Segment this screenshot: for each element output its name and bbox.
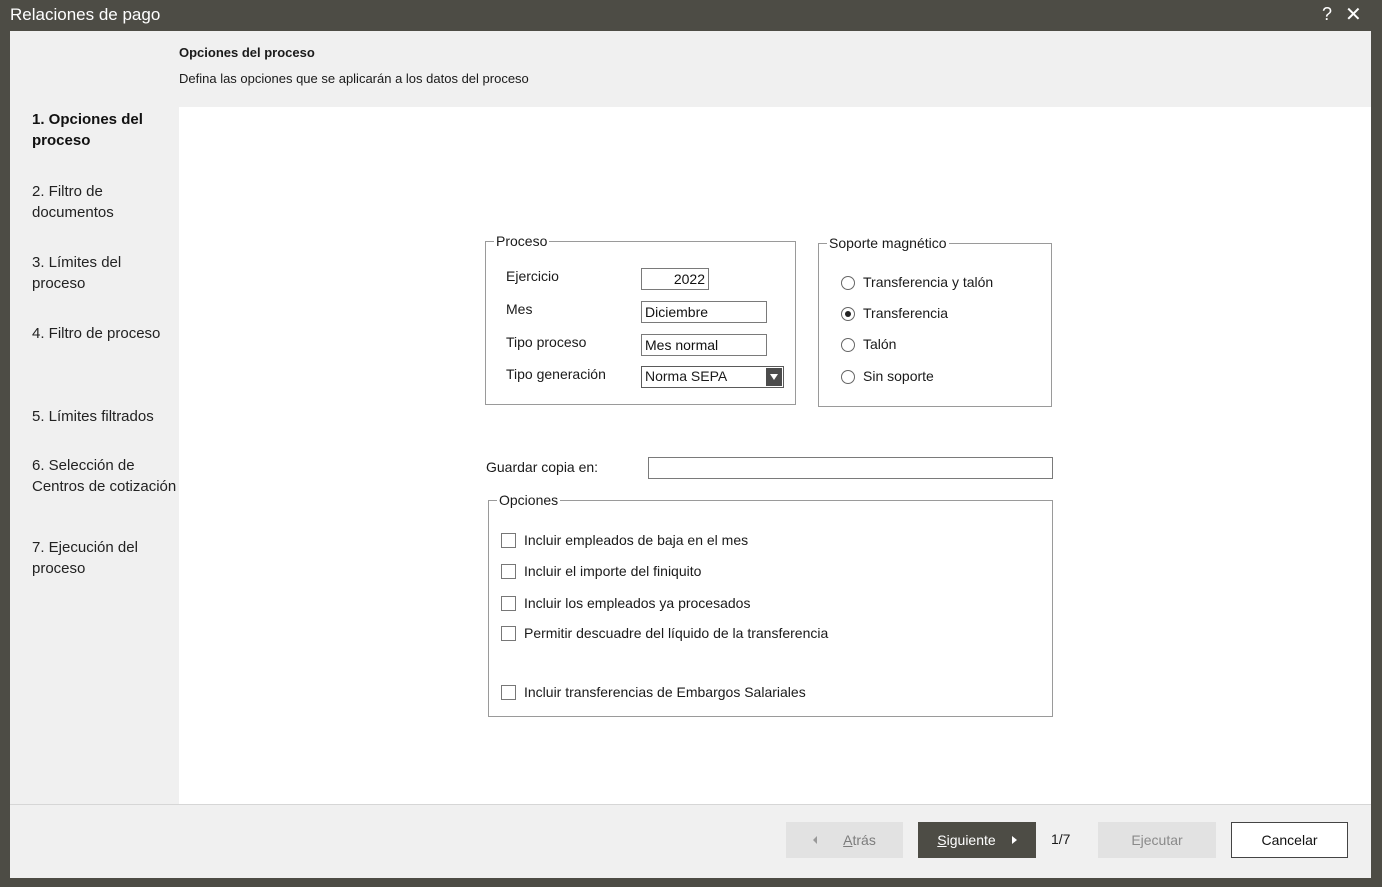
wizard-content: Proceso Ejercicio Mes Tipo proceso Tipo … [179, 107, 1371, 804]
step-ejecucion-proceso[interactable]: 7. Ejecución del proceso [32, 537, 177, 579]
proceso-group: Proceso Ejercicio Mes Tipo proceso Tipo … [485, 233, 796, 405]
radio-circle[interactable] [841, 307, 855, 321]
chevron-left-icon [813, 836, 818, 844]
tipo-generacion-value: Norma SEPA [645, 368, 728, 384]
page-indicator: 1/7 [1051, 831, 1071, 847]
soporte-group: Soporte magnético Transferencia y talón … [818, 235, 1052, 407]
next-button[interactable]: Siguiente [918, 822, 1036, 858]
radio-label: Sin soporte [863, 368, 934, 384]
radio-sin-soporte[interactable]: Sin soporte [841, 367, 1041, 387]
close-icon[interactable]: ✕ [1345, 2, 1362, 27]
step-opciones-proceso[interactable]: 1. Opciones del proceso [32, 109, 177, 151]
radio-talon[interactable]: Talón [841, 335, 1041, 355]
title-bar[interactable]: Relaciones de pago ? ✕ [0, 0, 1382, 31]
chevron-down-icon[interactable] [766, 368, 782, 386]
opciones-group: Opciones Incluir empleados de baja en el… [488, 492, 1053, 717]
guardar-input[interactable] [648, 457, 1053, 479]
step-limites-filtrados[interactable]: 5. Límites filtrados [32, 406, 177, 427]
checkbox-empleados-baja[interactable]: Incluir empleados de baja en el mes [501, 531, 1001, 551]
opciones-legend: Opciones [497, 492, 561, 508]
window-title: Relaciones de pago [10, 5, 161, 24]
checkbox-label: Incluir empleados de baja en el mes [524, 532, 749, 548]
ejercicio-label: Ejercicio [506, 268, 559, 284]
step-limites-proceso[interactable]: 3. Límites del proceso [32, 252, 177, 294]
guardar-label: Guardar copia en: [486, 459, 599, 475]
tipo-generacion-select[interactable]: Norma SEPA [641, 366, 784, 388]
checkbox-label: Incluir el importe del finiquito [524, 563, 702, 579]
tipo-proceso-input[interactable] [641, 334, 767, 356]
execute-button[interactable]: Ejecutar [1098, 822, 1216, 858]
wizard-steps: 1. Opciones del proceso 2. Filtro de doc… [10, 107, 179, 804]
checkbox-label: Permitir descuadre del líquido de la tra… [524, 625, 829, 641]
checkbox-label: Incluir transferencias de Embargos Salar… [524, 684, 806, 700]
radio-transferencia-talon[interactable]: Transferencia y talón [841, 273, 1041, 293]
wizard-footer: Atrás Siguiente 1/7 Ejecutar Cancelar [10, 804, 1371, 878]
chevron-right-icon [1011, 836, 1017, 844]
mes-label: Mes [506, 301, 533, 317]
radio-transferencia[interactable]: Transferencia [841, 304, 1041, 324]
wizard-header: Opciones del proceso Defina las opciones… [10, 31, 1371, 107]
tipo-generacion-label: Tipo generación [506, 366, 606, 382]
checkbox-embargos-salariales[interactable]: Incluir transferencias de Embargos Salar… [501, 683, 1001, 703]
proceso-legend: Proceso [494, 233, 550, 249]
soporte-legend: Soporte magnético [827, 235, 949, 251]
radio-label: Transferencia [863, 305, 949, 321]
radio-label: Transferencia y talón [863, 274, 994, 290]
checkbox-label: Incluir los empleados ya procesados [524, 595, 751, 611]
page-title: Opciones del proceso [179, 45, 315, 60]
checkbox-empleados-procesados[interactable]: Incluir los empleados ya procesados [501, 594, 1001, 614]
radio-label: Talón [863, 336, 897, 352]
dialog-window: Relaciones de pago ? ✕ Opciones del proc… [0, 0, 1382, 887]
page-subtitle: Defina las opciones que se aplicarán a l… [179, 71, 529, 86]
window-border [1371, 31, 1382, 887]
radio-circle[interactable] [841, 276, 855, 290]
back-button[interactable]: Atrás [786, 822, 903, 858]
radio-circle[interactable] [841, 370, 855, 384]
checkbox-box[interactable] [501, 596, 516, 611]
radio-circle[interactable] [841, 338, 855, 352]
ejercicio-input[interactable] [641, 268, 709, 290]
checkbox-box[interactable] [501, 626, 516, 641]
step-filtro-documentos[interactable]: 2. Filtro de documentos [32, 181, 177, 223]
checkbox-box[interactable] [501, 533, 516, 548]
step-seleccion-centros[interactable]: 6. Selección de Centros de cotización [32, 455, 177, 497]
checkbox-box[interactable] [501, 685, 516, 700]
checkbox-box[interactable] [501, 564, 516, 579]
checkbox-importe-finiquito[interactable]: Incluir el importe del finiquito [501, 562, 1001, 582]
mes-input[interactable] [641, 301, 767, 323]
cancel-button[interactable]: Cancelar [1231, 822, 1348, 858]
checkbox-descuadre-liquido[interactable]: Permitir descuadre del líquido de la tra… [501, 624, 1001, 644]
dialog-client: Opciones del proceso Defina las opciones… [10, 31, 1371, 878]
step-filtro-proceso[interactable]: 4. Filtro de proceso [32, 323, 177, 344]
help-icon[interactable]: ? [1322, 4, 1332, 25]
tipo-proceso-label: Tipo proceso [506, 334, 587, 350]
